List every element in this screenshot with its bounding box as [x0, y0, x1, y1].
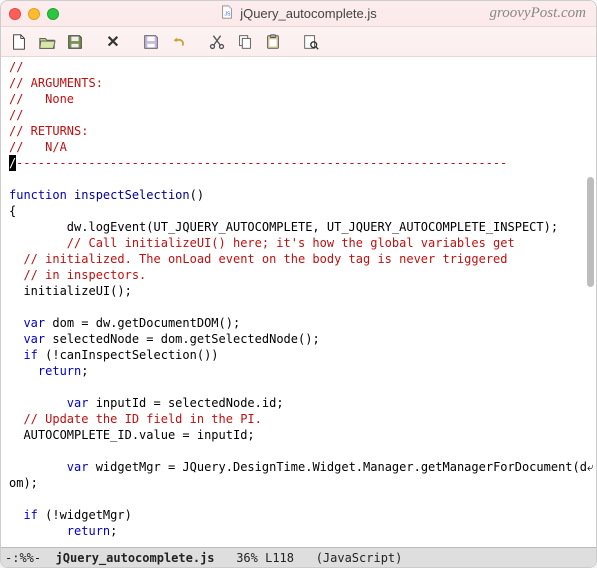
- toolbar: ✕: [1, 27, 596, 57]
- keyword: var: [67, 396, 89, 410]
- line-wrap-icon: ⤶: [587, 460, 594, 474]
- scrollbar-thumb[interactable]: [587, 177, 594, 287]
- comment: // None: [9, 92, 74, 106]
- comment: // N/A: [9, 140, 67, 154]
- code-text: {: [9, 204, 16, 218]
- editor-area[interactable]: // // ARGUMENTS: // None // // RETURNS: …: [1, 57, 596, 547]
- comment: // Call initializeUI() here; it's how th…: [9, 236, 515, 250]
- window-controls: [9, 8, 59, 20]
- keyword: if: [23, 348, 37, 362]
- minimize-window-button[interactable]: [28, 8, 40, 20]
- code-text: ;: [81, 364, 88, 378]
- open-file-button[interactable]: [35, 30, 59, 54]
- code-text: ;: [110, 524, 117, 538]
- undo-button[interactable]: [167, 30, 191, 54]
- editor-window: JS jQuery_autocomplete.js groovyPost.com…: [0, 0, 597, 568]
- code-text: [9, 524, 67, 538]
- window-title: JS jQuery_autocomplete.js: [1, 5, 596, 22]
- keyword: if: [23, 508, 37, 522]
- comment: // ARGUMENTS:: [9, 76, 103, 90]
- save-disk-button[interactable]: [139, 30, 163, 54]
- comment: // RETURNS:: [9, 124, 88, 138]
- status-position: 36% L118: [215, 551, 316, 565]
- status-mode-indicator: -:%%-: [5, 551, 56, 565]
- keyword: var: [67, 460, 89, 474]
- save-file-button[interactable]: [63, 30, 87, 54]
- code-text: [9, 396, 67, 410]
- window-title-text: jQuery_autocomplete.js: [240, 6, 377, 21]
- file-icon: JS: [220, 5, 234, 22]
- code-text: AUTOCOMPLETE_ID.value = inputId;: [9, 428, 255, 442]
- cut-button[interactable]: [205, 30, 229, 54]
- status-major-mode: (JavaScript): [316, 551, 403, 565]
- code-text: [9, 364, 38, 378]
- copy-button[interactable]: [233, 30, 257, 54]
- code-text: selectedNode = dom.getSelectedNode();: [45, 332, 320, 346]
- keyword: var: [23, 332, 45, 346]
- status-bar: -:%%- jQuery_autocomplete.js 36% L118 (J…: [1, 547, 596, 567]
- code-text: dom = dw.getDocumentDOM();: [45, 316, 240, 330]
- function-name: inspectSelection: [67, 188, 190, 202]
- titlebar: JS jQuery_autocomplete.js groovyPost.com: [1, 1, 596, 27]
- code-editor[interactable]: // // ARGUMENTS: // None // // RETURNS: …: [1, 57, 596, 547]
- code-text: om);: [9, 476, 38, 490]
- keyword: return: [38, 364, 81, 378]
- close-window-button[interactable]: [9, 8, 21, 20]
- code-text: dw.logEvent(UT_JQUERY_AUTOCOMPLETE, UT_J…: [9, 220, 558, 234]
- code-text: [9, 316, 23, 330]
- close-icon: ✕: [104, 32, 121, 52]
- code-text: inputId = selectedNode.id;: [88, 396, 283, 410]
- code-text: widgetMgr = JQuery.DesignTime.Widget.Man…: [88, 460, 587, 474]
- code-text: [9, 332, 23, 346]
- text-cursor: /: [9, 155, 16, 171]
- code-text: (!canInspectSelection()): [38, 348, 219, 362]
- code-text: [9, 348, 23, 362]
- zoom-window-button[interactable]: [47, 8, 59, 20]
- svg-text:JS: JS: [225, 12, 232, 18]
- watermark: groovyPost.com: [489, 5, 586, 22]
- close-buffer-button[interactable]: ✕: [101, 30, 125, 54]
- comment: //: [9, 108, 23, 122]
- keyword: var: [23, 316, 45, 330]
- comment: // Update the ID field in the PI.: [9, 412, 262, 426]
- code-text: [9, 508, 23, 522]
- paste-button[interactable]: [261, 30, 285, 54]
- new-file-button[interactable]: [7, 30, 31, 54]
- comment: ----------------------------------------…: [16, 156, 507, 170]
- code-text: [9, 460, 67, 474]
- find-button[interactable]: [299, 30, 323, 54]
- comment: // in inspectors.: [9, 268, 146, 282]
- comment: //: [9, 60, 23, 74]
- comment: // initialized. The onLoad event on the …: [9, 252, 508, 266]
- keyword: function: [9, 188, 67, 202]
- code-text: (): [190, 188, 204, 202]
- keyword: return: [67, 524, 110, 538]
- code-text: (!widgetMgr): [38, 508, 132, 522]
- code-text: initializeUI();: [9, 284, 132, 298]
- status-filename: jQuery_autocomplete.js: [56, 551, 215, 565]
